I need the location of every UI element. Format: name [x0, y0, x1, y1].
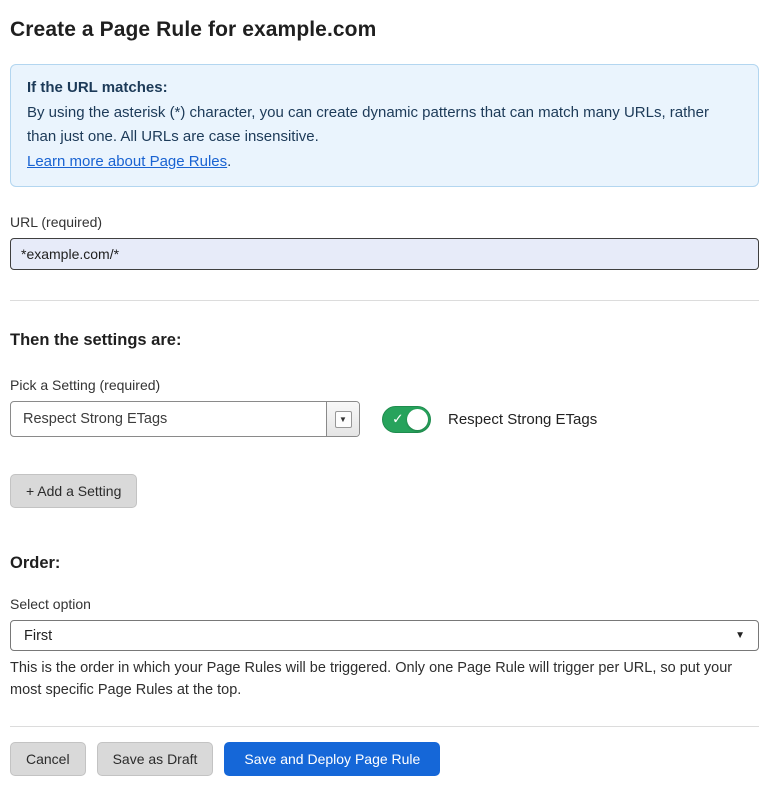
- url-match-info-box: If the URL matches: By using the asteris…: [10, 64, 759, 187]
- info-box-body: By using the asterisk (*) character, you…: [27, 101, 742, 148]
- order-select-label: Select option: [10, 596, 759, 612]
- save-deploy-button[interactable]: Save and Deploy Page Rule: [224, 742, 440, 776]
- etags-toggle-group: ✓ Respect Strong ETags: [382, 406, 597, 433]
- setting-select-value: Respect Strong ETags: [11, 402, 326, 436]
- check-icon: ✓: [392, 412, 404, 426]
- link-period: .: [227, 153, 231, 170]
- setting-row: Respect Strong ETags ▼ ✓ Respect Strong …: [10, 401, 759, 437]
- learn-more-link[interactable]: Learn more about Page Rules: [27, 153, 227, 170]
- section-divider-top: [10, 300, 759, 301]
- footer-divider: [10, 726, 759, 727]
- url-label: URL (required): [10, 214, 759, 230]
- footer-actions: Cancel Save as Draft Save and Deploy Pag…: [10, 742, 759, 792]
- save-draft-button[interactable]: Save as Draft: [97, 742, 214, 776]
- add-setting-button[interactable]: + Add a Setting: [10, 474, 137, 508]
- page-title: Create a Page Rule for example.com: [10, 18, 759, 42]
- etags-toggle-label: Respect Strong ETags: [448, 411, 597, 428]
- order-help-text: This is the order in which your Page Rul…: [10, 658, 755, 702]
- caret-down-icon: ▼: [335, 411, 352, 428]
- url-input[interactable]: [10, 238, 759, 270]
- toggle-knob: [407, 409, 428, 430]
- info-link-line: Learn more about Page Rules.: [27, 150, 742, 173]
- page-rule-form: Create a Page Rule for example.com If th…: [0, 0, 769, 792]
- cancel-button[interactable]: Cancel: [10, 742, 86, 776]
- order-select[interactable]: First ▼: [10, 620, 759, 651]
- settings-heading: Then the settings are:: [10, 331, 759, 350]
- info-box-heading: If the URL matches:: [27, 76, 742, 99]
- order-heading: Order:: [10, 554, 759, 573]
- setting-picker-label: Pick a Setting (required): [10, 377, 759, 393]
- setting-select[interactable]: Respect Strong ETags ▼: [10, 401, 360, 437]
- chevron-down-icon: ▼: [735, 630, 745, 641]
- etags-toggle[interactable]: ✓: [382, 406, 431, 433]
- order-select-value: First: [24, 628, 52, 644]
- setting-select-dropdown-button[interactable]: ▼: [326, 402, 359, 436]
